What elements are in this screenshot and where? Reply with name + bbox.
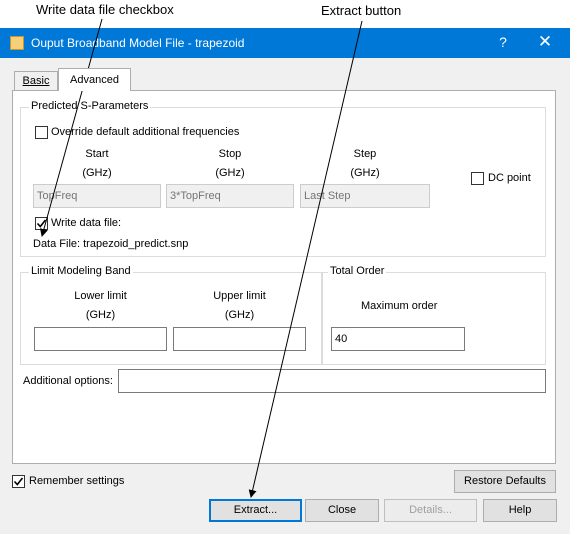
- tab-advanced-label: Advanced: [70, 74, 119, 86]
- extract-button-arrow: [248, 20, 363, 498]
- write-checkbox-arrow: [40, 18, 103, 237]
- tab-advanced[interactable]: Advanced: [58, 68, 131, 91]
